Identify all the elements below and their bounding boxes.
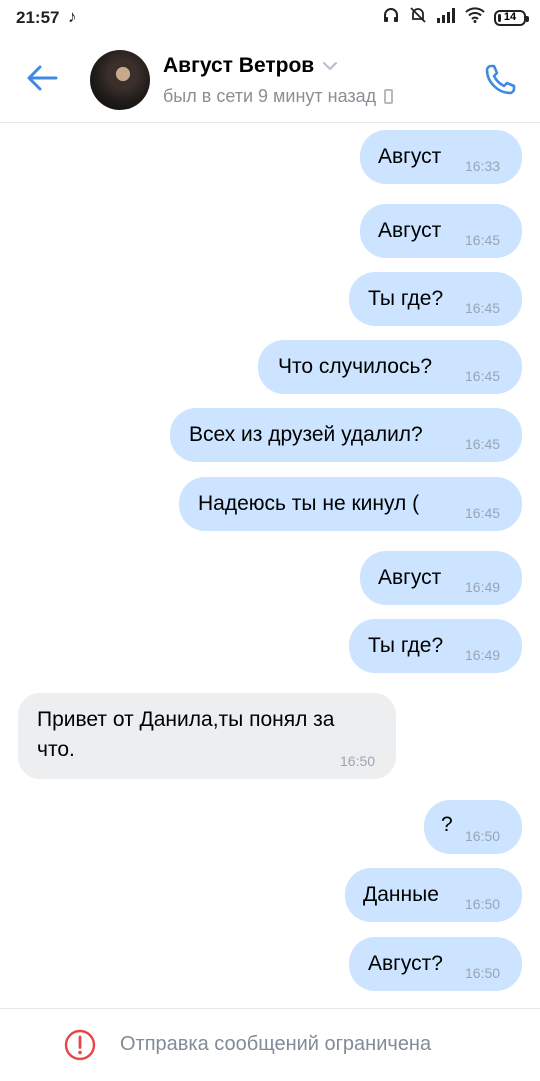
message-time: 16:50 [465,965,501,981]
message-bubble-outgoing[interactable]: Надеюсь ты не кинул ( 16:45 [179,477,522,531]
messaging-restricted-bar: Отправка сообщений ограничена [0,1008,540,1081]
mobile-device-icon [384,89,394,104]
wifi-icon [465,7,485,29]
message-time: 16:45 [465,368,501,384]
arrow-left-icon [27,65,58,91]
status-icons: 14 [382,6,529,30]
message-bubble-incoming[interactable]: Привет от Данила,ты понял за что. 16:50 [18,693,396,779]
message-text: Привет от Данила,ты понял за что. [37,708,335,761]
message-text: Надеюсь ты не кинул ( [198,492,420,515]
phone-icon [485,64,516,95]
message-bubble-outgoing[interactable]: Август 16:45 [360,204,522,258]
message-time: 16:49 [465,579,501,595]
message-text: Данные [363,883,439,906]
message-text: Ты где? [368,287,444,310]
status-bar: 21:57 ♪ 14 [0,0,540,36]
contact-status-row: был в сети 9 минут назад [163,86,394,107]
message-time: 16:50 [465,896,501,912]
message-time: 16:45 [465,505,501,521]
message-text: ? [441,813,453,836]
message-bubble-outgoing[interactable]: Август 16:33 [360,130,522,184]
contact-name: Август Ветров [163,54,315,77]
avatar[interactable] [90,50,150,110]
warning-icon [64,1029,96,1061]
battery-level: 14 [503,11,517,23]
message-bubble-outgoing[interactable]: Что случилось? 16:45 [258,340,522,394]
message-bubble-outgoing[interactable]: Данные 16:50 [345,868,522,922]
message-bubble-outgoing[interactable]: ? 16:50 [424,800,522,854]
message-time: 16:50 [465,828,501,844]
contact-title[interactable]: Август Ветров [163,54,338,78]
message-bubble-outgoing[interactable]: Всех из друзей удалил? 16:45 [170,408,522,462]
last-seen-status: был в сети 9 минут назад [163,86,377,106]
message-bubble-outgoing[interactable]: Ты где? 16:45 [349,272,522,326]
message-bubble-outgoing[interactable]: Август? 16:50 [349,937,522,991]
message-text: Август [378,219,442,242]
message-bubble-outgoing[interactable]: Август 16:49 [360,551,522,605]
message-bubble-outgoing[interactable]: Ты где? 16:49 [349,619,522,673]
message-text: Ты где? [368,634,444,657]
chevron-down-icon [323,61,338,71]
headphones-icon [382,6,400,30]
battery-icon: 14 [494,10,529,26]
message-text: Август [378,566,442,589]
status-time: 21:57 [16,8,60,27]
message-time: 16:33 [465,158,501,174]
message-time: 16:45 [465,300,501,316]
message-text: Август [378,145,442,168]
message-text: Что случилось? [278,355,433,378]
tiktok-icon: ♪ [68,7,77,26]
signal-icon [436,7,456,29]
chat-header: Август Ветров был в сети 9 минут назад [0,36,540,123]
back-button[interactable] [22,60,62,96]
call-button[interactable] [482,60,520,98]
message-text: Август? [368,952,443,975]
message-time: 16:49 [465,647,501,663]
message-time: 16:45 [465,436,501,452]
bell-muted-icon [409,6,427,30]
message-text: Всех из друзей удалил? [189,423,423,446]
message-time: 16:50 [340,753,376,769]
message-time: 16:45 [465,232,501,248]
restriction-text: Отправка сообщений ограничена [120,1033,432,1055]
